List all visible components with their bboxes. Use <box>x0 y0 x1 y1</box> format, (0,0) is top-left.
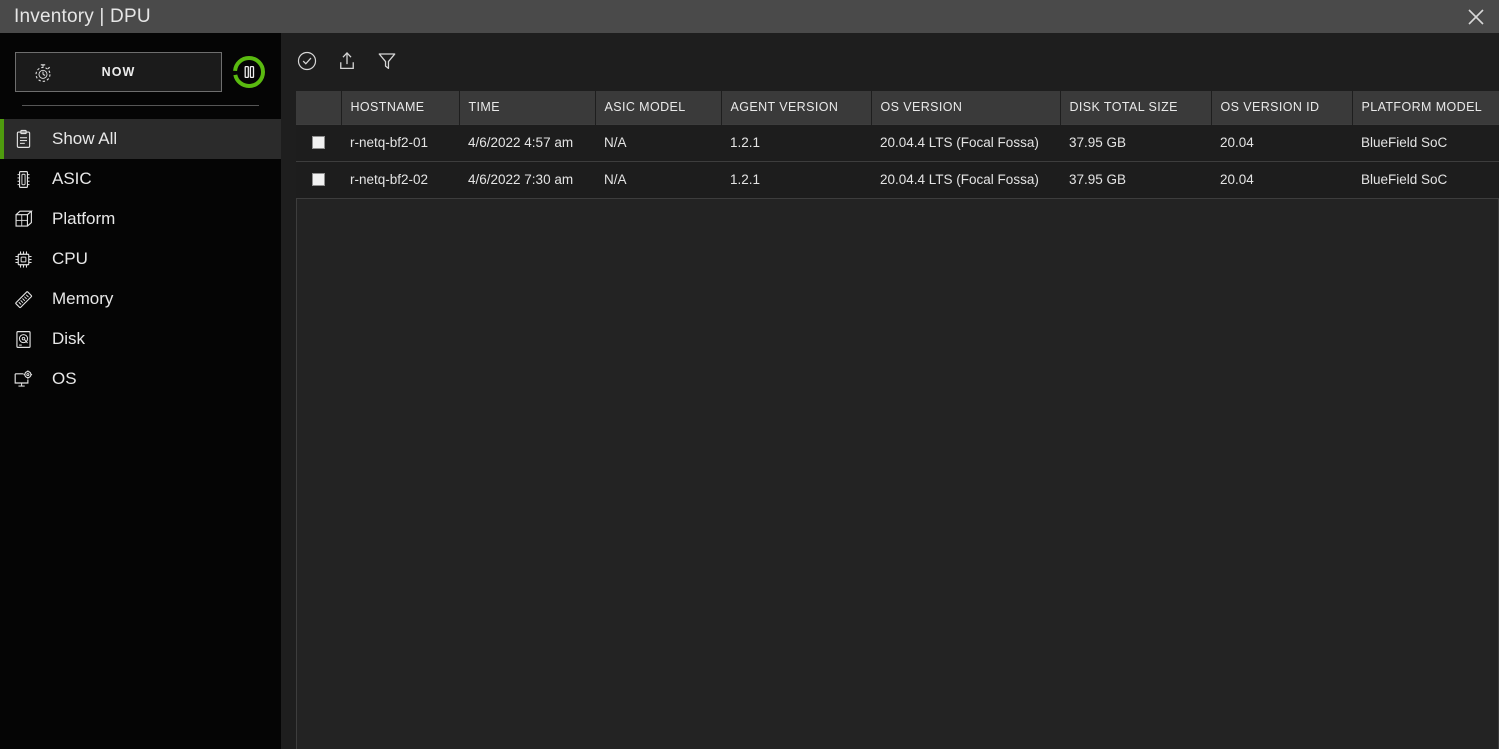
select-all-button[interactable] <box>295 49 319 73</box>
cell-os-version-id: 20.04 <box>1211 124 1352 161</box>
table-row[interactable]: r-netq-bf2-01 4/6/2022 4:57 am N/A 1.2.1… <box>296 124 1499 161</box>
asic-chip-icon <box>11 167 35 191</box>
cell-platform-model: BlueField SoC <box>1352 161 1499 198</box>
sidebar-item-label: ASIC <box>52 169 92 189</box>
main-panel: HOSTNAME TIME ASIC MODEL AGENT VERSION O… <box>281 33 1499 749</box>
row-checkbox[interactable] <box>312 136 325 149</box>
sidebar-item-os[interactable]: OS <box>0 359 281 399</box>
column-header-os-version-id[interactable]: OS VERSION ID <box>1211 91 1352 124</box>
cube-icon <box>11 207 35 231</box>
column-header-time[interactable]: TIME <box>459 91 595 124</box>
cell-hostname: r-netq-bf2-02 <box>341 161 459 198</box>
column-header-platform-model[interactable]: PLATFORM MODEL <box>1352 91 1499 124</box>
pause-icon <box>231 54 267 90</box>
close-icon <box>1467 8 1485 26</box>
window-titlebar: Inventory | DPU <box>0 0 1499 33</box>
row-checkbox[interactable] <box>312 173 325 186</box>
sidebar-item-cpu[interactable]: CPU <box>0 239 281 279</box>
now-button[interactable]: NOW <box>15 52 222 92</box>
cell-agent-version: 1.2.1 <box>721 124 871 161</box>
sidebar-item-label: Show All <box>52 129 117 149</box>
cell-time: 4/6/2022 4:57 am <box>459 124 595 161</box>
sidebar-item-memory[interactable]: Memory <box>0 279 281 319</box>
sidebar-item-show-all[interactable]: Show All <box>0 119 281 159</box>
column-header-asic-model[interactable]: ASIC MODEL <box>595 91 721 124</box>
cell-disk-total-size: 37.95 GB <box>1060 161 1211 198</box>
sidebar-item-platform[interactable]: Platform <box>0 199 281 239</box>
table-header-row: HOSTNAME TIME ASIC MODEL AGENT VERSION O… <box>296 91 1499 124</box>
cell-os-version: 20.04.4 LTS (Focal Fossa) <box>871 124 1060 161</box>
sidebar-item-label: Memory <box>52 289 113 309</box>
filter-button[interactable] <box>375 49 399 73</box>
cell-asic-model: N/A <box>595 124 721 161</box>
inventory-table-wrapper[interactable]: HOSTNAME TIME ASIC MODEL AGENT VERSION O… <box>296 91 1499 749</box>
sidebar-nav: Show All ASIC <box>0 119 281 399</box>
check-circle-icon <box>296 50 318 72</box>
cell-os-version: 20.04.4 LTS (Focal Fossa) <box>871 161 1060 198</box>
export-button[interactable] <box>335 49 359 73</box>
close-button[interactable] <box>1453 0 1499 33</box>
sidebar-divider <box>22 105 259 106</box>
sidebar: NOW Show All <box>0 33 281 749</box>
table-toolbar <box>295 40 399 82</box>
column-header-hostname[interactable]: HOSTNAME <box>341 91 459 124</box>
table-header: HOSTNAME TIME ASIC MODEL AGENT VERSION O… <box>296 91 1499 124</box>
monitor-gear-icon <box>11 367 35 391</box>
row-select-cell[interactable] <box>296 124 341 161</box>
column-header-os-version[interactable]: OS VERSION <box>871 91 1060 124</box>
cell-agent-version: 1.2.1 <box>721 161 871 198</box>
sidebar-item-disk[interactable]: Disk <box>0 319 281 359</box>
clipboard-icon <box>11 127 35 151</box>
stopwatch-icon <box>32 62 54 84</box>
cell-asic-model: N/A <box>595 161 721 198</box>
column-header-agent-version[interactable]: AGENT VERSION <box>721 91 871 124</box>
export-upload-icon <box>336 50 358 72</box>
hard-disk-icon <box>11 327 35 351</box>
cell-disk-total-size: 37.95 GB <box>1060 124 1211 161</box>
column-header-select[interactable] <box>296 91 341 124</box>
table-row[interactable]: r-netq-bf2-02 4/6/2022 7:30 am N/A 1.2.1… <box>296 161 1499 198</box>
page-title: Inventory | DPU <box>14 6 151 28</box>
sidebar-item-label: Disk <box>52 329 85 349</box>
cell-hostname: r-netq-bf2-01 <box>341 124 459 161</box>
sidebar-item-label: CPU <box>52 249 88 269</box>
cell-platform-model: BlueField SoC <box>1352 124 1499 161</box>
time-controls: NOW <box>0 51 281 93</box>
table-body: r-netq-bf2-01 4/6/2022 4:57 am N/A 1.2.1… <box>296 124 1499 198</box>
sidebar-item-label: Platform <box>52 209 115 229</box>
sidebar-item-label: OS <box>52 369 77 389</box>
column-header-disk-total-size[interactable]: DISK TOTAL SIZE <box>1060 91 1211 124</box>
filter-funnel-icon <box>376 50 398 72</box>
cell-time: 4/6/2022 7:30 am <box>459 161 595 198</box>
sidebar-item-asic[interactable]: ASIC <box>0 159 281 199</box>
cell-os-version-id: 20.04 <box>1211 161 1352 198</box>
inventory-table: HOSTNAME TIME ASIC MODEL AGENT VERSION O… <box>296 91 1499 199</box>
memory-stick-icon <box>11 287 35 311</box>
cpu-icon <box>11 247 35 271</box>
row-select-cell[interactable] <box>296 161 341 198</box>
pause-button[interactable] <box>231 54 267 90</box>
